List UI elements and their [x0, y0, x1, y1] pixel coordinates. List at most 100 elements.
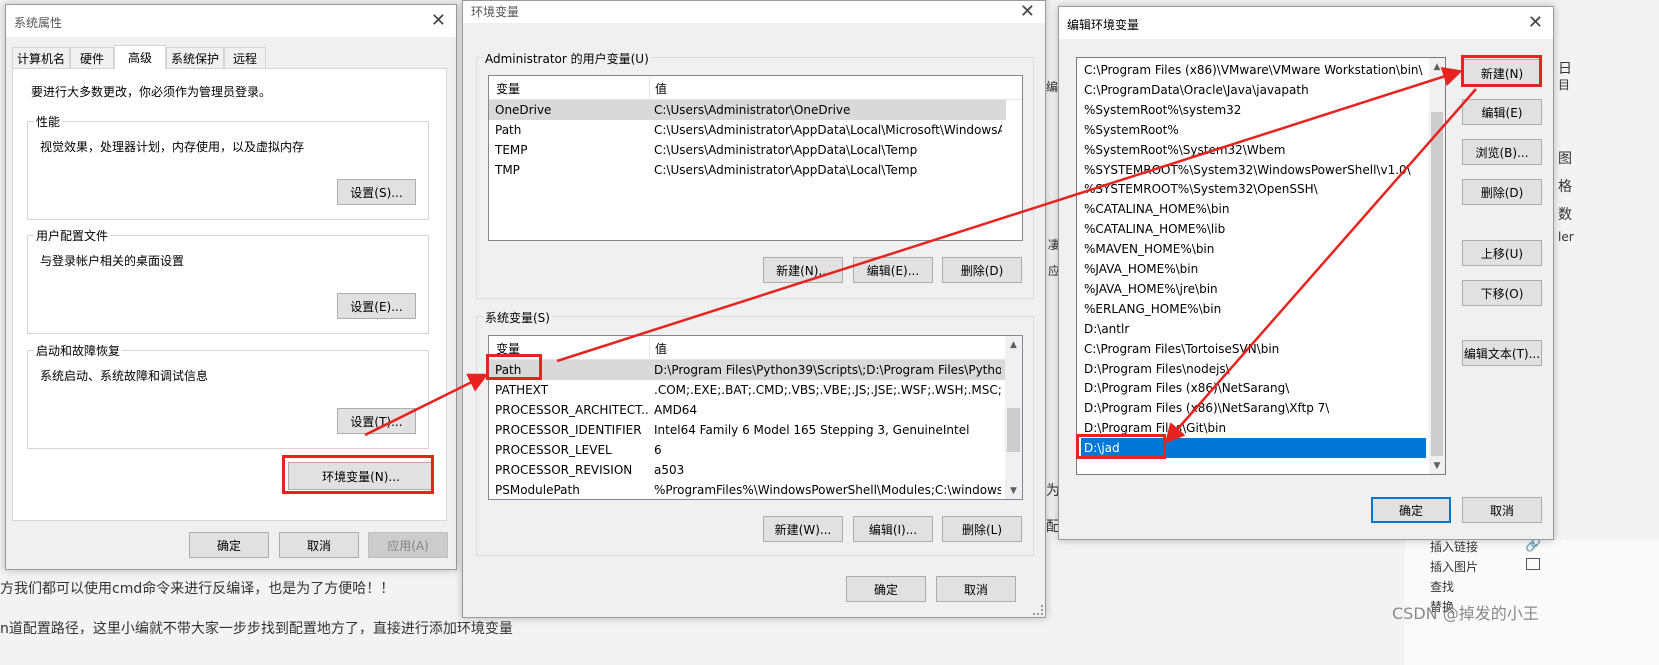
- system-variable-row[interactable]: PROCESSOR_ARCHITECT... AMD64: [489, 400, 1005, 420]
- scroll-up-icon[interactable]: ▲: [1005, 336, 1022, 353]
- edit-text-button[interactable]: 编辑文本(T)...: [1462, 340, 1542, 366]
- env-vars-titlebar[interactable]: 环境变量 ✕: [463, 1, 1045, 23]
- system-properties-window: 系统属性 ✕ 计算机名 硬件 高级 系统保护 远程 要进行大多数更改，你必须作为…: [5, 4, 457, 570]
- system-variables-group: 系统变量(S) 变量 值 Path D:\Program Files\Python…: [476, 309, 1034, 556]
- close-icon[interactable]: ✕: [1528, 12, 1543, 33]
- system-variable-row[interactable]: PROCESSOR_LEVEL 6: [489, 440, 1005, 460]
- new-path-button[interactable]: 新建(N): [1462, 59, 1542, 87]
- system-variable-row[interactable]: PATHEXT .COM;.EXE;.BAT;.CMD;.VBS;.VBE;.JS…: [489, 380, 1005, 400]
- user-edit-button[interactable]: 编辑(E)...: [853, 257, 933, 283]
- user-variables-list[interactable]: 变量 值 OneDrive C:\Users\Administrator\OneD…: [488, 75, 1023, 241]
- column-header-variable[interactable]: 变量: [496, 340, 520, 357]
- path-entry[interactable]: %CATALINA_HOME%\bin: [1081, 199, 1426, 219]
- edit-env-cancel-button[interactable]: 取消: [1462, 497, 1542, 523]
- bg-menu-insert-link[interactable]: 插入链接: [1430, 538, 1478, 555]
- close-icon[interactable]: ✕: [1020, 1, 1035, 22]
- scroll-down-icon[interactable]: ▼: [1005, 482, 1022, 499]
- system-properties-titlebar[interactable]: 系统属性 ✕: [6, 5, 456, 37]
- env-cancel-button[interactable]: 取消: [936, 576, 1016, 602]
- path-entry[interactable]: %ERLANG_HOME%\bin: [1081, 299, 1426, 319]
- list-header: 变量 值: [489, 336, 1022, 360]
- path-entry[interactable]: %SystemRoot%\system32: [1081, 100, 1426, 120]
- move-down-button[interactable]: 下移(O): [1462, 280, 1542, 306]
- path-entry[interactable]: D:\Program Files (x86)\NetSarang\: [1081, 378, 1426, 398]
- system-new-button[interactable]: 新建(W)...: [763, 516, 843, 542]
- browse-button[interactable]: 浏览(B)...: [1462, 139, 1542, 165]
- path-entry[interactable]: C:\Program Files\TortoiseSVN\bin: [1081, 339, 1426, 359]
- bg-mid-char-1: 编: [1046, 80, 1059, 94]
- edit-env-titlebar[interactable]: 编辑环境变量 ✕: [1059, 7, 1553, 39]
- column-header-value[interactable]: 值: [655, 80, 667, 97]
- path-entry[interactable]: %SystemRoot%: [1081, 120, 1426, 140]
- ok-button[interactable]: 确定: [189, 532, 269, 558]
- tab-advanced[interactable]: 高级: [114, 45, 166, 69]
- bg-text-line2: n道配置路径，这里小编就不带大家一步步找到配置地方了，直接进行添加环境变量: [0, 621, 513, 637]
- system-variable-name: PROCESSOR_ARCHITECT...: [495, 403, 650, 417]
- close-icon[interactable]: ✕: [431, 10, 446, 31]
- path-entry[interactable]: D:\Program Files (x86)\NetSarang\Xftp 7\: [1081, 398, 1426, 418]
- path-list-scrollbar[interactable]: ▲ ▼: [1429, 58, 1445, 474]
- move-up-button[interactable]: 上移(U): [1462, 240, 1542, 266]
- user-delete-button[interactable]: 删除(D): [942, 257, 1022, 283]
- path-entry[interactable]: %SystemRoot%\System32\Wbem: [1081, 140, 1426, 160]
- system-edit-button[interactable]: 编辑(I)...: [853, 516, 933, 542]
- user-variable-row[interactable]: OneDrive C:\Users\Administrator\OneDrive: [489, 100, 1006, 120]
- bg-edge-char-4: 格: [1558, 179, 1572, 195]
- path-entry[interactable]: D:\Program Files\Git\bin: [1081, 418, 1426, 438]
- user-variable-row[interactable]: Path C:\Users\Administrator\AppData\Local…: [489, 120, 1006, 140]
- bg-menu-find[interactable]: 查找: [1430, 578, 1454, 595]
- tab-remote[interactable]: 远程: [224, 47, 266, 68]
- edit-env-ok-button[interactable]: 确定: [1371, 497, 1451, 523]
- environment-variables-button[interactable]: 环境变量(N)...: [288, 462, 434, 490]
- system-variable-row[interactable]: PSModulePath %ProgramFiles%\WindowsPowerS…: [489, 480, 1005, 499]
- scroll-up-icon[interactable]: ▲: [1429, 58, 1445, 75]
- cancel-button[interactable]: 取消: [279, 532, 359, 558]
- apply-button[interactable]: 应用(A): [368, 532, 448, 558]
- system-list-scrollbar[interactable]: ▲ ▼: [1005, 336, 1022, 499]
- system-variable-row[interactable]: Path D:\Program Files\Python39\Scripts\;D…: [489, 360, 1005, 380]
- path-entry[interactable]: C:\Program Files (x86)\VMware\VMware Wor…: [1081, 60, 1426, 80]
- user-variable-value: C:\Users\Administrator\AppData\Local\Mic…: [654, 123, 1002, 137]
- delete-path-button[interactable]: 删除(D): [1462, 179, 1542, 205]
- path-entry[interactable]: %SYSTEMROOT%\System32\OpenSSH\: [1081, 179, 1426, 199]
- tab-system-protection[interactable]: 系统保护: [166, 47, 224, 68]
- performance-desc: 视觉效果，处理器计划，内存使用，以及虚拟内存: [40, 140, 305, 154]
- edit-path-button[interactable]: 编辑(E): [1462, 99, 1542, 125]
- path-entry[interactable]: D:\Program Files\nodejs\: [1081, 359, 1426, 379]
- path-entry[interactable]: %MAVEN_HOME%\bin: [1081, 239, 1426, 259]
- user-profile-label: 用户配置文件: [34, 227, 111, 244]
- column-header-value[interactable]: 值: [655, 340, 667, 357]
- tab-hardware[interactable]: 硬件: [70, 47, 114, 68]
- system-delete-button[interactable]: 删除(L): [942, 516, 1022, 542]
- path-entry[interactable]: D:\jad: [1081, 438, 1426, 459]
- environment-variables-window: 环境变量 ✕ Administrator 的用户变量(U) 变量 值 OneDr…: [462, 0, 1046, 618]
- path-entry[interactable]: %JAVA_HOME%\jre\bin: [1081, 279, 1426, 299]
- system-variable-value: 6: [654, 443, 662, 457]
- scroll-down-icon[interactable]: ▼: [1429, 457, 1445, 474]
- path-entry[interactable]: D:\antlr: [1081, 319, 1426, 339]
- tab-computer-name[interactable]: 计算机名: [12, 47, 70, 68]
- scroll-thumb[interactable]: [1431, 112, 1443, 456]
- user-variable-row[interactable]: TMP C:\Users\Administrator\AppData\Local\…: [489, 160, 1006, 180]
- path-entry[interactable]: %CATALINA_HOME%\lib: [1081, 219, 1426, 239]
- path-entry[interactable]: %JAVA_HOME%\bin: [1081, 259, 1426, 279]
- path-entry[interactable]: C:\ProgramData\Oracle\Java\javapath: [1081, 80, 1426, 100]
- column-header-variable[interactable]: 变量: [496, 80, 520, 97]
- scroll-thumb[interactable]: [1007, 408, 1020, 452]
- user-profile-group: 用户配置文件 与登录帐户相关的桌面设置 设置(E)...: [27, 227, 429, 334]
- resize-grip-icon[interactable]: [1033, 605, 1043, 615]
- bg-menu-insert-image[interactable]: 插入图片: [1430, 558, 1478, 575]
- user-new-button[interactable]: 新建(N)...: [763, 257, 843, 283]
- system-variables-list[interactable]: 变量 值 Path D:\Program Files\Python39\Scrip…: [488, 335, 1023, 500]
- user-profile-settings-button[interactable]: 设置(E)...: [337, 293, 416, 319]
- system-variable-row[interactable]: PROCESSOR_IDENTIFIER Intel64 Family 6 Mod…: [489, 420, 1005, 440]
- path-list[interactable]: C:\Program Files (x86)\VMware\VMware Wor…: [1076, 57, 1446, 475]
- user-variable-row[interactable]: TEMP C:\Users\Administrator\AppData\Local…: [489, 140, 1006, 160]
- system-variable-row[interactable]: PROCESSOR_REVISION a503: [489, 460, 1005, 480]
- user-variables-group: Administrator 的用户变量(U) 变量 值 OneDrive C:\U…: [476, 50, 1034, 299]
- startup-settings-button[interactable]: 设置(T)...: [337, 408, 416, 434]
- path-entry[interactable]: %SYSTEMROOT%\System32\WindowsPowerShell\…: [1081, 160, 1426, 180]
- startup-recovery-desc: 系统启动、系统故障和调试信息: [40, 369, 209, 383]
- performance-settings-button[interactable]: 设置(S)...: [337, 179, 416, 205]
- env-ok-button[interactable]: 确定: [846, 576, 926, 602]
